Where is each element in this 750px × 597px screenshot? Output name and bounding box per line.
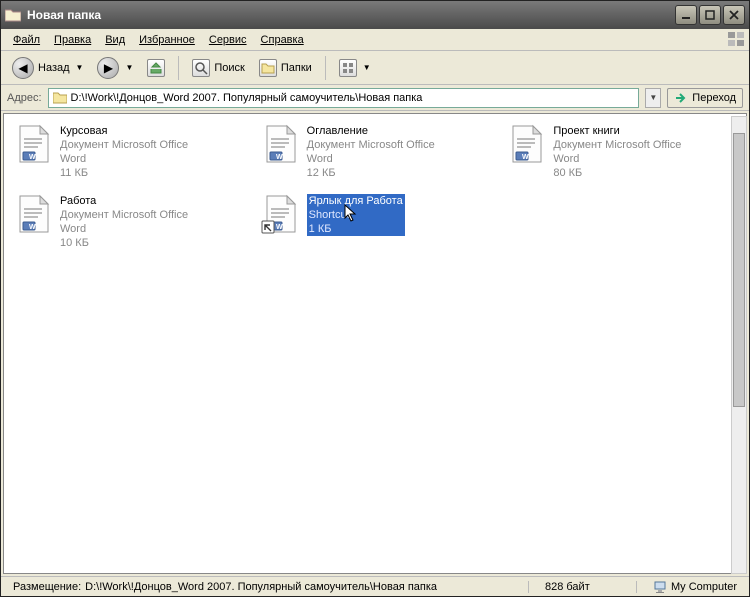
file-text: Проект книгиДокумент Microsoft Office Wo… <box>553 124 703 180</box>
file-size: 12 КБ <box>307 166 457 180</box>
status-zone: My Computer <box>645 580 745 594</box>
file-size: 10 КБ <box>60 236 210 250</box>
file-type: Документ Microsoft Office Word <box>60 138 210 166</box>
folder-icon <box>5 8 21 22</box>
file-type: Документ Microsoft Office Word <box>553 138 703 166</box>
svg-text:W: W <box>276 224 283 231</box>
forward-button[interactable]: ▶ ▼ <box>92 54 138 82</box>
word-doc-icon: W <box>14 194 54 234</box>
file-text: Ярлык для РаботаShortcut1 КБ <box>307 194 405 236</box>
file-item[interactable]: W Проект книгиДокумент Microsoft Office W… <box>505 122 738 182</box>
folders-label: Папки <box>281 62 312 74</box>
menu-file[interactable]: Файл <box>7 32 46 48</box>
search-icon <box>192 59 210 77</box>
scrollbar-thumb[interactable] <box>733 133 745 407</box>
word-doc-icon: W <box>14 124 54 164</box>
menu-edit[interactable]: Правка <box>48 32 97 48</box>
file-pane[interactable]: WКурсоваяДокумент Microsoft Office Word1… <box>3 113 747 574</box>
word-doc-icon: W <box>507 124 547 164</box>
menu-view[interactable]: Вид <box>99 32 131 48</box>
forward-icon: ▶ <box>97 57 119 79</box>
menu-help[interactable]: Справка <box>255 32 310 48</box>
toolbar: ◀ Назад ▼ ▶ ▼ Поиск Папки ▼ <box>1 51 749 85</box>
file-item[interactable]: W КурсоваяДокумент Microsoft Office Word1… <box>12 122 245 182</box>
file-text: ОглавлениеДокумент Microsoft Office Word… <box>307 124 457 180</box>
svg-text:W: W <box>29 154 36 161</box>
views-button[interactable]: ▼ <box>334 56 376 80</box>
word-doc-icon: W <box>261 124 301 164</box>
menu-tools[interactable]: Сервис <box>203 32 253 48</box>
back-label: Назад <box>38 62 70 74</box>
folder-icon <box>53 92 67 104</box>
file-name: Оглавление <box>307 124 457 138</box>
titlebar[interactable]: Новая папка <box>1 1 749 29</box>
file-name: Курсовая <box>60 124 210 138</box>
go-label: Переход <box>692 92 736 104</box>
menubar: Файл Правка Вид Избранное Сервис Справка <box>1 29 749 51</box>
window-title: Новая папка <box>27 8 675 22</box>
statusbar: Размещение: D:\!Work\!Донцов_Word 2007. … <box>1 576 749 596</box>
explorer-window: Новая папка Файл Правка Вид Избранное Се… <box>0 0 750 597</box>
file-size: 80 КБ <box>553 166 703 180</box>
status-location: Размещение: D:\!Work\!Донцов_Word 2007. … <box>5 581 529 593</box>
minimize-icon <box>681 10 691 20</box>
address-dropdown[interactable]: ▼ <box>645 88 661 108</box>
separator <box>325 56 326 80</box>
windows-logo-icon <box>727 31 745 47</box>
address-path: D:\!Work\!Донцов_Word 2007. Популярный с… <box>71 92 423 104</box>
go-button[interactable]: Переход <box>667 88 743 108</box>
menu-favorites[interactable]: Избранное <box>133 32 201 48</box>
svg-text:W: W <box>522 154 529 161</box>
file-grid: WКурсоваяДокумент Microsoft Office Word1… <box>12 122 738 252</box>
file-item[interactable]: W РаботаДокумент Microsoft Office Word10 … <box>12 192 245 252</box>
file-item[interactable]: W ОглавлениеДокумент Microsoft Office Wor… <box>259 122 492 182</box>
file-size: 11 КБ <box>60 166 210 180</box>
file-type: Документ Microsoft Office Word <box>60 208 210 236</box>
maximize-button[interactable] <box>699 5 721 25</box>
address-bar: Адрес: D:\!Work\!Донцов_Word 2007. Попул… <box>1 85 749 111</box>
address-label: Адрес: <box>7 92 42 104</box>
file-name: Проект книги <box>553 124 703 138</box>
folders-icon <box>259 59 277 77</box>
maximize-icon <box>705 10 715 20</box>
close-icon <box>729 10 739 20</box>
minimize-button[interactable] <box>675 5 697 25</box>
up-icon <box>147 59 165 77</box>
back-button[interactable]: ◀ Назад ▼ <box>7 54 88 82</box>
go-icon <box>674 91 688 105</box>
search-button[interactable]: Поиск <box>187 56 249 80</box>
file-type: Документ Microsoft Office Word <box>307 138 457 166</box>
back-icon: ◀ <box>12 57 34 79</box>
svg-text:W: W <box>29 224 36 231</box>
views-icon <box>339 59 357 77</box>
svg-text:W: W <box>276 154 283 161</box>
search-label: Поиск <box>214 62 244 74</box>
up-button[interactable] <box>142 56 170 80</box>
address-field[interactable]: D:\!Work\!Донцов_Word 2007. Популярный с… <box>48 88 640 108</box>
file-name: Ярлык для Работа <box>309 194 403 208</box>
status-size: 828 байт <box>537 581 637 593</box>
close-button[interactable] <box>723 5 745 25</box>
window-controls <box>675 5 745 25</box>
file-text: КурсоваяДокумент Microsoft Office Word11… <box>60 124 210 180</box>
file-size: 1 КБ <box>309 222 403 236</box>
forward-dropdown-icon[interactable]: ▼ <box>125 63 133 72</box>
folders-button[interactable]: Папки <box>254 56 317 80</box>
file-item-selected[interactable]: W Ярлык для РаботаShortcut1 КБ <box>259 192 492 238</box>
shortcut-doc-icon: W <box>261 194 301 234</box>
vertical-scrollbar[interactable] <box>731 116 747 574</box>
file-name: Работа <box>60 194 210 208</box>
file-text: РаботаДокумент Microsoft Office Word10 К… <box>60 194 210 250</box>
computer-icon <box>653 580 667 594</box>
separator <box>178 56 179 80</box>
back-dropdown-icon[interactable]: ▼ <box>76 63 84 72</box>
file-type: Shortcut <box>309 208 403 222</box>
views-dropdown-icon[interactable]: ▼ <box>363 63 371 72</box>
